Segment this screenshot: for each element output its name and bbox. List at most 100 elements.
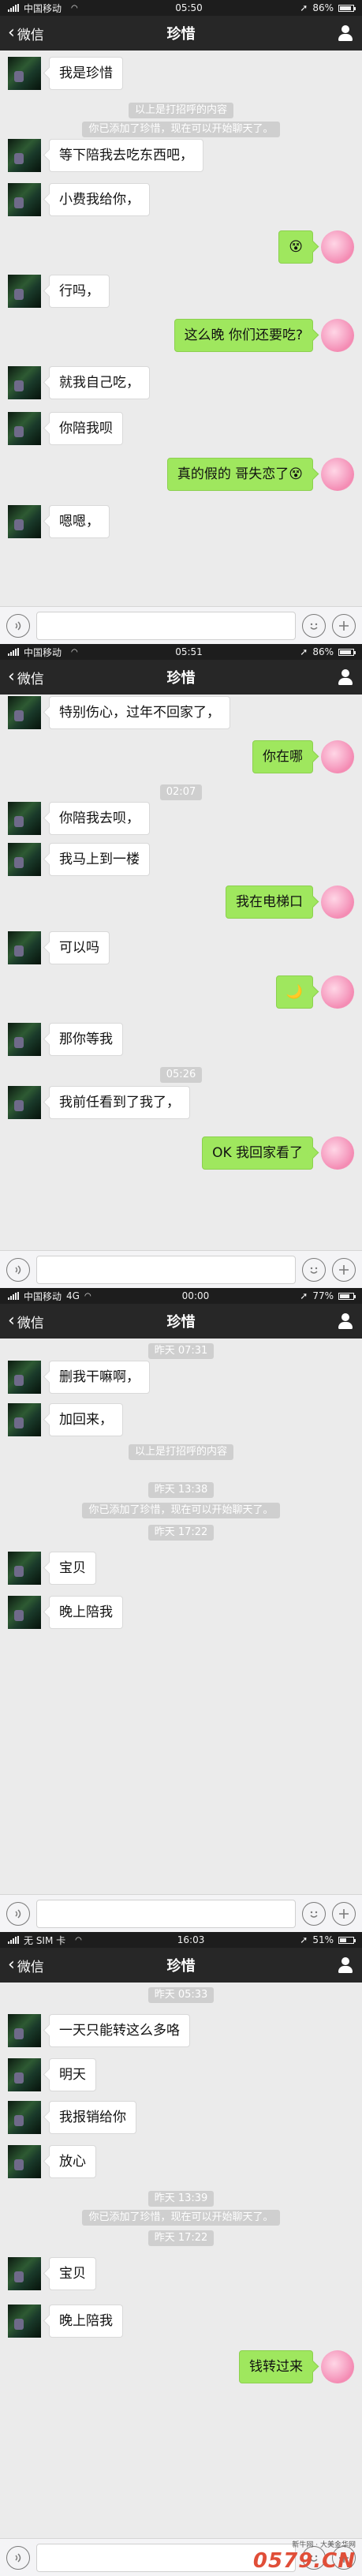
message-bubble[interactable]: 特别伤心，过年不回家了， xyxy=(49,696,230,729)
voice-icon[interactable] xyxy=(6,1257,30,1282)
contact-avatar[interactable] xyxy=(8,2257,41,2290)
contact-avatar[interactable] xyxy=(8,2058,41,2091)
contact-avatar[interactable] xyxy=(8,802,41,835)
my-avatar[interactable] xyxy=(321,740,354,773)
message-bubble[interactable]: 🌙 xyxy=(275,975,313,1009)
voice-icon[interactable] xyxy=(6,613,30,638)
contact-avatar[interactable] xyxy=(8,696,41,729)
system-notice-text: 以上是打招呼的内容 xyxy=(128,103,233,118)
contact-avatar[interactable] xyxy=(8,412,41,445)
contact-avatar[interactable] xyxy=(8,275,41,308)
message-list[interactable]: 特别伤心，过年不回家了， 你在哪 02:07 你陪我去呗， 我马上到一楼 我在电梯口 可以吗… xyxy=(0,695,362,1250)
message-bubble[interactable]: 我是珍惜 xyxy=(49,57,123,90)
contact-avatar[interactable] xyxy=(8,2305,41,2338)
message-bubble[interactable]: 放心 xyxy=(49,2145,96,2178)
back-label: 微信 xyxy=(17,1959,44,1975)
plus-icon[interactable] xyxy=(332,1901,356,1926)
message-input[interactable] xyxy=(36,1255,296,1284)
back-label: 微信 xyxy=(17,27,44,43)
my-avatar[interactable] xyxy=(321,975,354,1009)
message-list[interactable]: 昨天 07:31 删我干嘛啊， 加回来， 以上是打招呼的内容 昨天 13:38 你已添加了… xyxy=(0,1339,362,1894)
message-list[interactable]: 我是珍惜 以上是打招呼的内容 你已添加了珍惜，现在可以开始聊天了。 等下陪我去吃东西吧… xyxy=(0,51,362,606)
message-bubble[interactable]: 可以吗 xyxy=(49,931,110,964)
message-bubble[interactable]: 真的假的 哥失恋了😵 xyxy=(166,458,313,491)
contact-avatar[interactable] xyxy=(8,366,41,399)
contact-avatar[interactable] xyxy=(8,2101,41,2134)
message-bubble[interactable]: 我在电梯口 xyxy=(226,886,313,919)
my-avatar[interactable] xyxy=(321,886,354,919)
message-bubble[interactable]: 晚上陪我 xyxy=(49,1596,123,1629)
contact-avatar[interactable] xyxy=(8,183,41,216)
message-bubble[interactable]: 你陪我呗 xyxy=(49,412,123,445)
incoming-message: 我报销给你 xyxy=(0,2101,362,2136)
contact-avatar[interactable] xyxy=(8,57,41,90)
my-avatar[interactable] xyxy=(321,319,354,352)
plus-icon[interactable] xyxy=(332,1257,356,1282)
message-bubble[interactable]: 那你等我 xyxy=(49,1023,123,1056)
contact-info-icon[interactable] xyxy=(337,24,354,42)
chevron-left-icon: ‹ xyxy=(8,1311,15,1331)
my-avatar[interactable] xyxy=(321,230,354,264)
message-input[interactable] xyxy=(36,1899,296,1928)
message-bubble[interactable]: 宝贝 xyxy=(49,1552,96,1585)
contact-avatar[interactable] xyxy=(8,505,41,538)
contact-avatar[interactable] xyxy=(8,931,41,964)
contact-avatar[interactable] xyxy=(8,1552,41,1585)
emoji-icon[interactable] xyxy=(302,613,326,638)
my-avatar[interactable] xyxy=(321,1136,354,1170)
system-notice: 你已添加了珍惜，现在可以开始聊天了。 xyxy=(0,2208,362,2226)
message-bubble[interactable]: 我前任看到了我了， xyxy=(49,1086,190,1119)
message-list[interactable]: 昨天 05:33 一天只能转这么多咯 明天 我报销给你 放心 昨天 13:39 你已添加了珍… xyxy=(0,1983,362,2538)
message-bubble[interactable]: OK 我回家看了 xyxy=(202,1136,313,1170)
message-bubble[interactable]: 删我干嘛啊， xyxy=(49,1361,150,1394)
voice-icon[interactable] xyxy=(6,1901,30,1926)
message-bubble[interactable]: 钱转过来 xyxy=(239,2350,313,2383)
voice-icon[interactable] xyxy=(6,2545,30,2570)
system-notice: 昨天 17:22 xyxy=(0,2229,362,2246)
message-bubble[interactable]: 宝贝 xyxy=(49,2257,96,2290)
message-bubble[interactable]: 等下陪我去吃东西吧， xyxy=(49,139,203,172)
message-bubble[interactable]: 晚上陪我 xyxy=(49,2305,123,2338)
message-bubble[interactable]: 😵 xyxy=(278,230,313,264)
contact-avatar[interactable] xyxy=(8,1023,41,1056)
emoji-icon[interactable] xyxy=(302,1257,326,1282)
contact-avatar[interactable] xyxy=(8,1086,41,1119)
contact-info-icon[interactable] xyxy=(337,1312,354,1330)
message-bubble[interactable]: 加回来， xyxy=(49,1403,123,1436)
my-avatar[interactable] xyxy=(321,458,354,491)
contact-avatar[interactable] xyxy=(8,139,41,172)
incoming-message: 删我干嘛啊， xyxy=(0,1361,362,1395)
status-bar: 中国移动 4G ◠ 00:00 ➚ 77% xyxy=(0,1288,362,1304)
back-button[interactable]: ‹ 微信 xyxy=(8,668,44,687)
contact-avatar[interactable] xyxy=(8,2145,41,2178)
contact-avatar[interactable] xyxy=(8,1596,41,1629)
my-avatar[interactable] xyxy=(321,2350,354,2383)
message-bubble[interactable]: 这么晚 你们还要吃? xyxy=(174,319,313,352)
message-bubble[interactable]: 你在哪 xyxy=(252,740,313,773)
contact-avatar[interactable] xyxy=(8,843,41,876)
message-bubble[interactable]: 明天 xyxy=(49,2058,96,2091)
message-bubble[interactable]: 嗯嗯， xyxy=(49,505,110,538)
back-button[interactable]: ‹ 微信 xyxy=(8,1956,44,1975)
emoji-icon[interactable] xyxy=(302,1901,326,1926)
message-bubble[interactable]: 你陪我去呗， xyxy=(49,802,150,835)
incoming-message: 嗯嗯， xyxy=(0,505,362,540)
contact-info-icon[interactable] xyxy=(337,668,354,686)
plus-icon[interactable] xyxy=(332,613,356,638)
system-notice: 你已添加了珍惜，现在可以开始聊天了。 xyxy=(0,1501,362,1518)
contact-avatar[interactable] xyxy=(8,1403,41,1436)
message-bubble[interactable]: 我报销给你 xyxy=(49,2101,136,2134)
back-button[interactable]: ‹ 微信 xyxy=(8,1312,44,1331)
contact-info-icon[interactable] xyxy=(337,1956,354,1974)
carrier-label: 中国移动 xyxy=(24,2,62,14)
contact-avatar[interactable] xyxy=(8,2014,41,2047)
message-bubble[interactable]: 小费我给你， xyxy=(49,183,150,216)
message-bubble[interactable]: 就我自己吃， xyxy=(49,366,150,399)
message-input[interactable] xyxy=(36,611,296,640)
location-icon: ➚ xyxy=(300,2,308,13)
message-bubble[interactable]: 行吗， xyxy=(49,275,110,308)
contact-avatar[interactable] xyxy=(8,1361,41,1394)
back-button[interactable]: ‹ 微信 xyxy=(8,24,44,43)
message-bubble[interactable]: 一天只能转这么多咯 xyxy=(49,2014,190,2047)
message-bubble[interactable]: 我马上到一楼 xyxy=(49,843,150,876)
